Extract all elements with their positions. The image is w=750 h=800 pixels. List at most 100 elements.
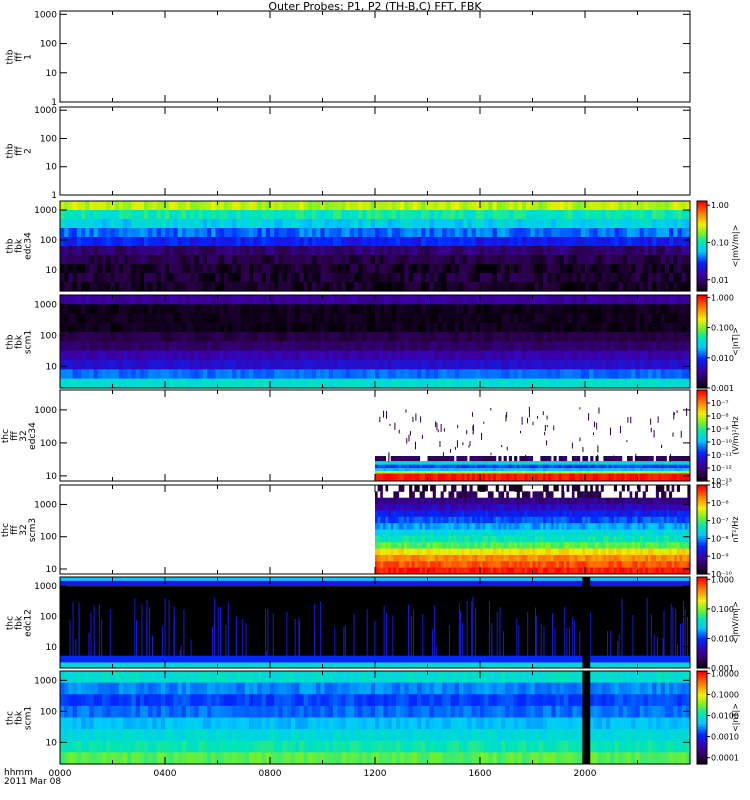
spectrogram-cell: [211, 304, 216, 315]
spectrogram-cell: [400, 282, 405, 292]
spectrogram-cell: [555, 304, 561, 315]
spectrogram-cell: [433, 360, 439, 370]
spectrogram-cell: [417, 228, 422, 238]
spectrogram-cell: [240, 210, 246, 220]
spectrogram-cell: [661, 485, 665, 492]
spectrogram-cell: [265, 313, 271, 324]
spectrogram-cell: [425, 369, 431, 380]
spectrogram-cell: [202, 304, 208, 315]
spectrogram-cell: [488, 246, 494, 256]
spectrogram-cell: [123, 273, 128, 283]
spectrogram-speck: [455, 446, 457, 450]
spectrogram-cell: [190, 255, 195, 265]
spectrogram-cell: [454, 210, 460, 220]
spectrogram-cell: [559, 332, 565, 343]
spectrogram-cell: [169, 341, 174, 352]
spectrogram-cell: [286, 201, 292, 211]
spectrogram-cell: [404, 219, 410, 229]
spectrogram-cell: [534, 210, 540, 220]
spectrogram-cell: [278, 282, 284, 292]
spectrogram-cell: [429, 360, 435, 370]
spectrogram-cell: [450, 360, 456, 370]
spectrogram-cell: [64, 264, 69, 274]
spectrogram-cell: [496, 322, 502, 333]
spectrogram-cell: [148, 228, 153, 238]
spectrogram-cell: [114, 255, 120, 265]
spectrogram-cell: [480, 201, 485, 211]
spectrogram-cell: [438, 313, 443, 324]
spectrogram-cell: [198, 237, 204, 247]
spectrogram-cell: [295, 313, 300, 324]
spectrogram-cell: [656, 378, 662, 389]
spectrogram-cell: [505, 350, 510, 361]
spectrogram-cell: [585, 304, 590, 315]
spectrogram-cell: [177, 264, 183, 274]
spectrogram-cell: [652, 246, 657, 256]
spectrogram-cell: [383, 264, 389, 274]
spectrogram-cell: [429, 201, 435, 211]
spectrogram-cell: [433, 201, 439, 211]
spectrogram-cell: [110, 350, 116, 361]
spectrogram-cell: [471, 237, 477, 247]
spectrogram-cell: [379, 282, 384, 292]
spectrogram-cell: [320, 228, 326, 238]
spectrogram-cell: [219, 295, 225, 305]
spectrogram-cell: [270, 201, 275, 211]
spectrogram-cell: [379, 264, 384, 274]
spectrogram-cell: [165, 282, 170, 292]
spectrogram-cell: [299, 255, 305, 265]
spectrogram-cell: [404, 264, 410, 274]
spectrogram-cell: [303, 210, 309, 220]
spectrogram-cell: [622, 282, 628, 292]
spectrogram-cell: [307, 219, 313, 229]
spectrogram-cell: [433, 264, 439, 274]
spectrogram-cell: [618, 378, 624, 389]
spectrogram-cell: [433, 228, 439, 238]
spectrogram-cell: [366, 246, 372, 256]
spectrogram-cell: [463, 304, 468, 315]
spectrogram-cell: [622, 273, 628, 283]
spectrogram-cell: [412, 282, 418, 292]
spectrogram-cell: [559, 341, 565, 352]
spectrogram-cell: [639, 264, 645, 274]
spectrogram-cell: [228, 313, 233, 324]
spectrogram-cell: [169, 228, 174, 238]
spectrogram-cell: [97, 313, 103, 324]
spectrogram-cell: [547, 246, 552, 256]
spectrogram-cell: [564, 264, 569, 274]
spectrogram-cell: [123, 210, 128, 220]
spectrogram-cell: [425, 332, 431, 343]
spectrogram-cell: [471, 378, 477, 389]
spectrogram-cell: [475, 210, 481, 220]
spectrogram-cell: [278, 264, 284, 274]
spectrogram-cell: [459, 255, 464, 265]
spectrogram-cell: [597, 313, 603, 324]
spectrogram-cell: [223, 341, 229, 352]
spectrogram-cell: [177, 246, 183, 256]
spectrogram-cell: [123, 304, 128, 315]
spectrogram-cell: [400, 295, 405, 305]
spectrogram-cell: [345, 332, 351, 343]
spectrogram-cell: [454, 237, 460, 247]
spectrogram-cell: [362, 201, 368, 211]
spectrogram-cell: [333, 201, 338, 211]
spectrogram-cell: [631, 282, 636, 292]
spectrogram-cell: [362, 313, 368, 324]
spectrogram-speck: [490, 452, 492, 456]
spectrogram-cell: [345, 341, 351, 352]
spectrogram-cell: [568, 295, 573, 305]
spectrogram-cell: [404, 332, 410, 343]
spectrogram-cell: [601, 378, 607, 389]
spectrogram-cell: [97, 341, 103, 352]
spectrogram-cell: [123, 219, 128, 229]
spectrogram-cell: [585, 246, 590, 256]
spectrogram-cell: [559, 237, 565, 247]
spectrogram-cell: [106, 273, 111, 283]
spectrogram-cell: [652, 369, 657, 380]
spectrogram-cell: [492, 246, 498, 256]
spectrogram-cell: [291, 237, 296, 247]
spectrogram-cell: [160, 369, 166, 380]
spectrogram-cell: [81, 295, 86, 305]
spectrogram-cell: [429, 210, 435, 220]
spectrogram-cell: [278, 273, 284, 283]
